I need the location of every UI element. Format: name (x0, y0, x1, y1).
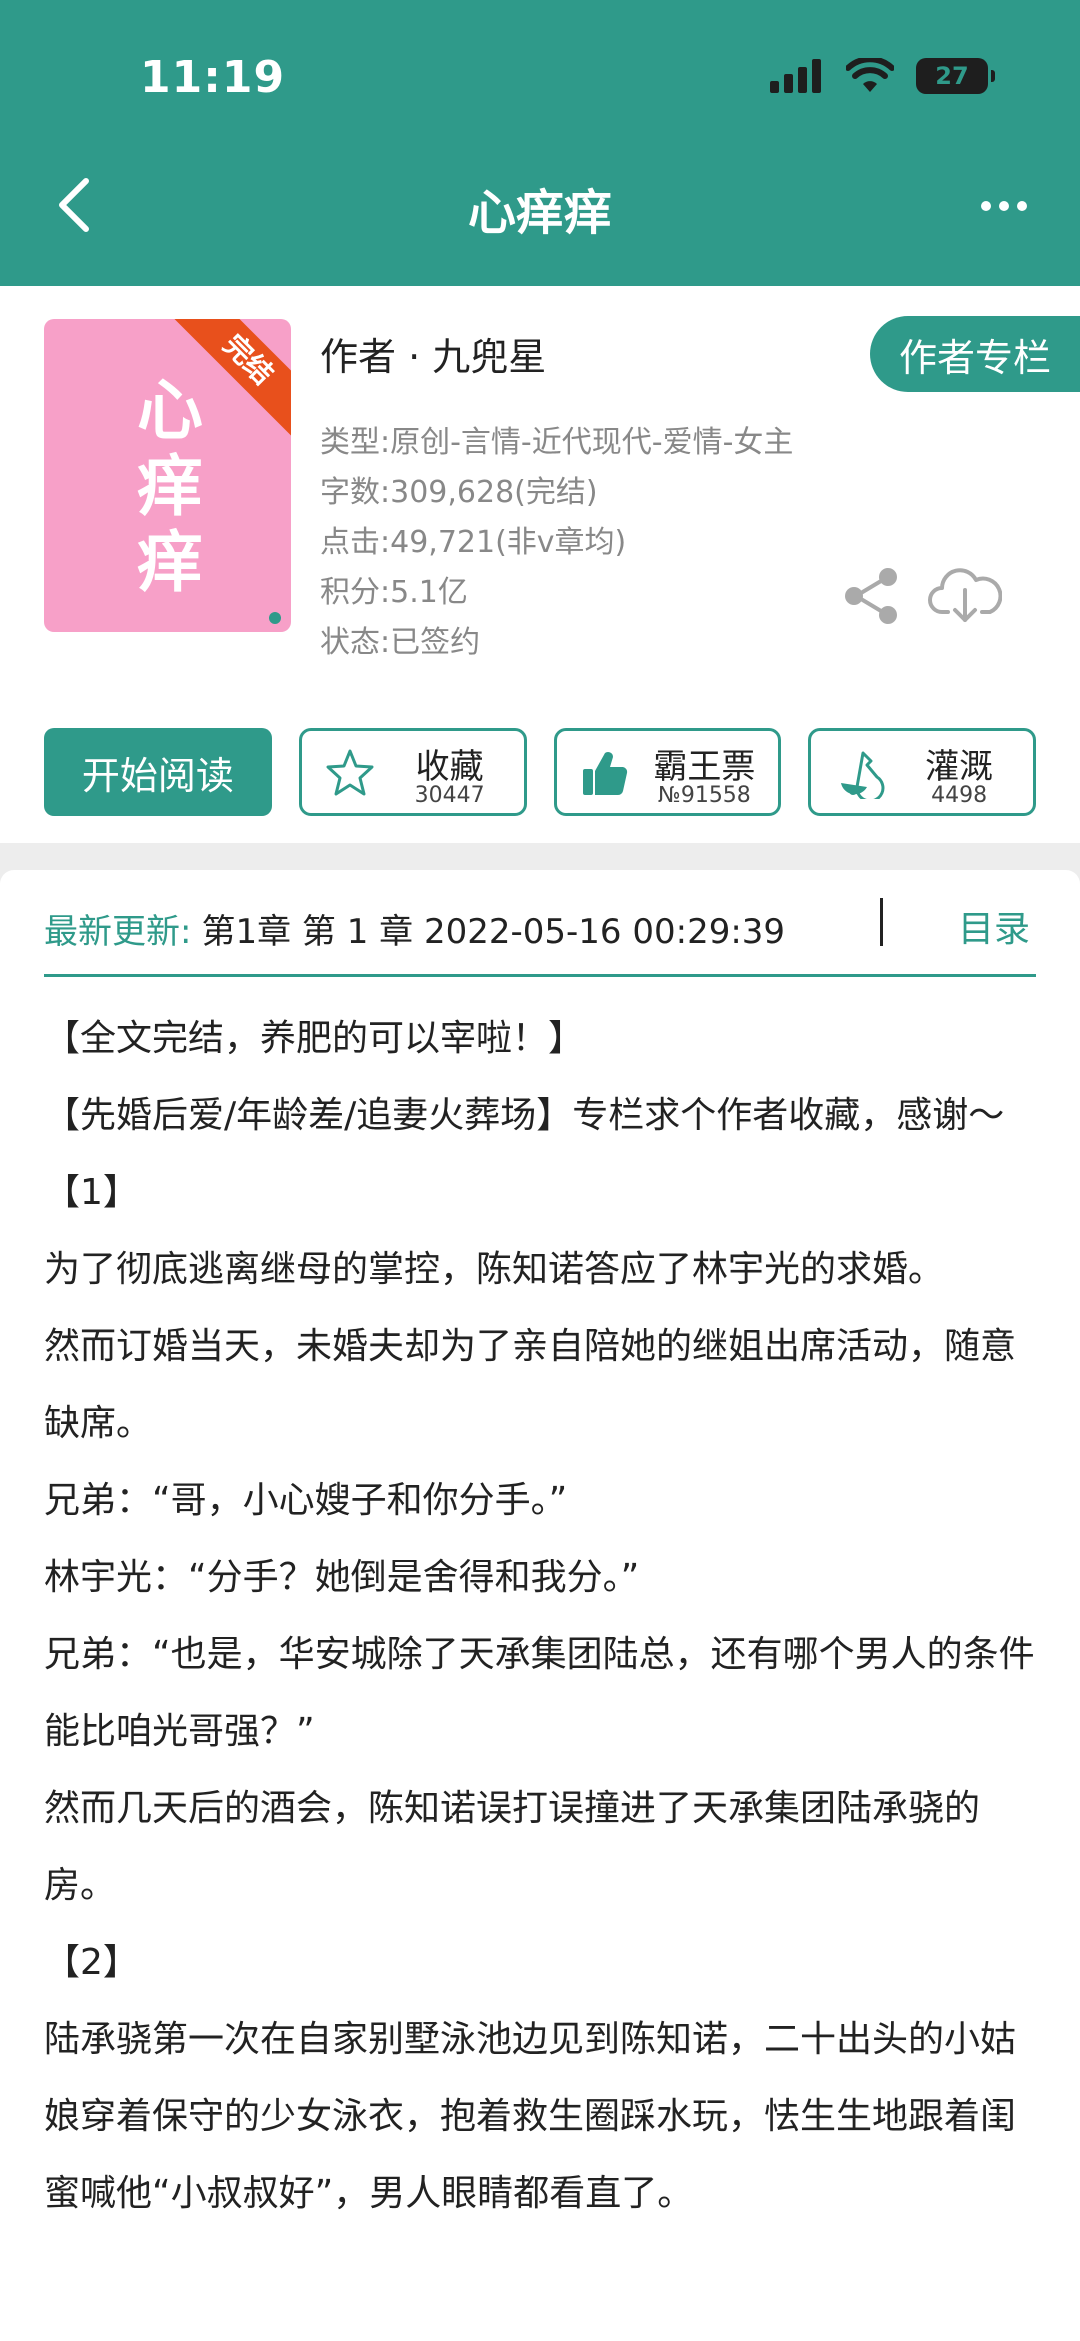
vote-label: 霸王票 (653, 747, 756, 787)
synopsis-text: 【全文完结，养肥的可以宰啦！】 【先婚后爱/年龄差/追妻火葬场】专栏求个作者收藏… (44, 1000, 1040, 2232)
wifi-icon (846, 58, 894, 92)
page-title: 心痒痒 (467, 185, 612, 241)
cover-logo (269, 612, 281, 624)
download-button[interactable] (928, 562, 1003, 628)
share-icon (845, 568, 897, 624)
synopsis-paragraph: 然而几天后的酒会，陈知诺误打误撞进了天承集团陆承骁的房。 (44, 1788, 981, 1906)
synopsis-paragraph: 林宇光：“分手？她倒是舍得和我分。” (44, 1557, 640, 1598)
vote-count: №91558 (657, 783, 751, 808)
signal-icon (770, 59, 821, 93)
book-meta: 类型:原创-言情-近代现代-爱情-女主 字数:309,628(完结) 点击:49… (320, 418, 793, 668)
synopsis-paragraph: 为了彻底逃离继母的掌控，陈知诺答应了林宇光的求婚。 (44, 1249, 945, 1290)
status-time: 11:19 (140, 52, 286, 103)
book-info-card: 心痒痒 完结 作者 · 九兜星 作者专栏 类型:原创-言情-近代现代-爱情-女主… (0, 286, 1080, 843)
author-name[interactable]: 作者 · 九兜星 (320, 326, 546, 381)
divider (44, 974, 1036, 977)
app-header: 11:19 27 心痒痒 (0, 0, 1080, 286)
thumbs-up-icon (582, 752, 627, 796)
star-icon (326, 749, 374, 796)
synopsis-paragraph: 陆承骁第一次在自家别墅泳池边见到陈知诺，二十出头的小姑娘穿着保守的少女泳衣，抱着… (44, 2019, 1017, 2214)
synopsis-paragraph: 【全文完结，养肥的可以宰啦！】 (44, 1018, 585, 1059)
meta-score: 积分:5.1亿 (320, 575, 468, 610)
synopsis-paragraph: 【2】 (44, 1942, 139, 1983)
cover-title: 心痒痒 (137, 372, 203, 601)
book-cover[interactable]: 心痒痒 完结 (44, 319, 291, 632)
collect-label: 收藏 (415, 747, 484, 787)
author-column-button[interactable]: 作者专栏 (870, 316, 1080, 392)
meta-word-count: 字数:309,628(完结) (320, 475, 598, 510)
latest-update-label: 最新更新: (44, 911, 192, 952)
water-count: 4498 (931, 783, 988, 808)
synopsis-paragraph: 兄弟：“哥，小心嫂子和你分手。” (44, 1480, 568, 1521)
flask-icon (841, 751, 885, 799)
water-label: 灌溉 (925, 747, 994, 787)
synopsis-section: 最新更新: 第1章 第 1 章 2022-05-16 00:29:39 目录 【… (0, 870, 1080, 2341)
latest-update-value: 第1章 第 1 章 2022-05-16 00:29:39 (201, 911, 786, 952)
vote-button[interactable]: 霸王票 №91558 (553, 728, 782, 816)
more-dots-icon (981, 201, 1027, 211)
share-button[interactable] (842, 566, 902, 626)
vertical-divider (880, 898, 883, 946)
book-actions: 开始阅读 收藏 30447 霸王票 №91558 灌溉 4498 (44, 728, 1036, 816)
cloud-download-icon (928, 568, 1003, 622)
synopsis-paragraph: 【先婚后爱/年龄差/追妻火葬场】专栏求个作者收藏，感谢～ (44, 1095, 1005, 1136)
collect-count: 30447 (414, 783, 485, 808)
synopsis-paragraph: 兄弟：“也是，华安城除了天承集团陆总，还有哪个男人的条件能比咱光哥强？” (44, 1634, 1035, 1752)
meta-status: 状态:已签约 (320, 625, 481, 660)
water-button[interactable]: 灌溉 4498 (808, 728, 1036, 816)
meta-genre: 类型:原创-言情-近代现代-爱情-女主 (320, 425, 794, 460)
latest-update[interactable]: 最新更新: 第1章 第 1 章 2022-05-16 00:29:39 (44, 900, 1036, 956)
battery-icon: 27 (916, 58, 995, 94)
catalog-link[interactable]: 目录 (958, 900, 1030, 952)
collect-button[interactable]: 收藏 30447 (298, 728, 527, 816)
meta-clicks: 点击:49,721(非v章均) (320, 525, 627, 560)
synopsis-paragraph: 然而订婚当天，未婚夫却为了亲自陪她的继姐出席活动，随意缺席。 (44, 1326, 1017, 1444)
status-icons: 27 (770, 58, 995, 94)
battery-level: 27 (935, 62, 969, 90)
more-button[interactable] (966, 176, 1042, 236)
start-reading-button[interactable]: 开始阅读 (44, 728, 272, 816)
synopsis-paragraph: 【1】 (44, 1172, 139, 1213)
